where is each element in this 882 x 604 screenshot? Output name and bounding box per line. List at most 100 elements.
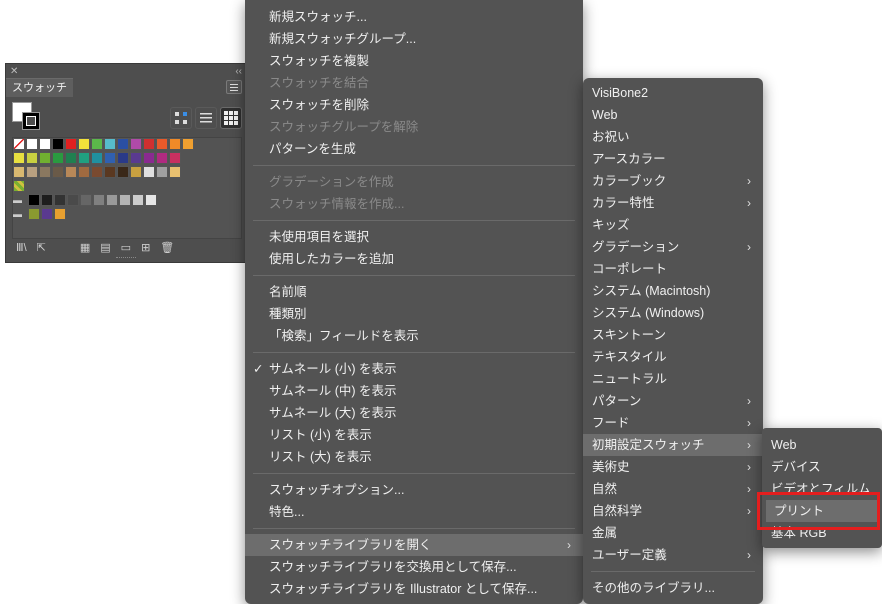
swatch[interactable]	[156, 152, 168, 164]
swatch[interactable]	[28, 194, 40, 206]
swatch-kinds-icon[interactable]	[170, 107, 192, 129]
swatch[interactable]	[104, 152, 116, 164]
menu1-item-28[interactable]: スウォッチライブラリを交換用として保存...	[245, 556, 583, 578]
fill-stroke-indicator[interactable]	[12, 102, 44, 132]
swatch[interactable]	[182, 138, 194, 150]
swatch[interactable]	[145, 194, 157, 206]
menu2-item-2[interactable]: お祝い	[583, 126, 763, 148]
menu2-item-4[interactable]: カラーブック ›	[583, 170, 763, 192]
menu2-item-17[interactable]: 美術史 ›	[583, 456, 763, 478]
menu1-item-4[interactable]: スウォッチを削除	[245, 94, 583, 116]
swatch[interactable]	[39, 138, 51, 150]
swatch[interactable]	[156, 138, 168, 150]
swatch[interactable]	[52, 166, 64, 178]
menu1-item-21[interactable]: リスト (小) を表示	[245, 424, 583, 446]
menu2-item-6[interactable]: キッズ	[583, 214, 763, 236]
swatch[interactable]	[13, 138, 25, 150]
menu1-item-15[interactable]: 種類別	[245, 303, 583, 325]
swatch[interactable]	[67, 194, 79, 206]
swatch[interactable]	[78, 166, 90, 178]
swatch[interactable]	[65, 152, 77, 164]
menu2-item-18[interactable]: 自然 ›	[583, 478, 763, 500]
swatch[interactable]	[117, 138, 129, 150]
menu2-item-9[interactable]: システム (Macintosh)	[583, 280, 763, 302]
menu2-item-10[interactable]: システム (Windows)	[583, 302, 763, 324]
menu2-item-21[interactable]: ユーザー定義 ›	[583, 544, 763, 566]
menu1-item-12[interactable]: 使用したカラーを追加	[245, 248, 583, 270]
menu1-item-1[interactable]: 新規スウォッチグループ...	[245, 28, 583, 50]
swatch[interactable]	[91, 152, 103, 164]
swatch[interactable]	[41, 208, 53, 220]
trash-icon[interactable]: 🗑	[160, 241, 174, 254]
collapse-icon[interactable]: ‹‹	[235, 66, 242, 77]
swatch[interactable]	[26, 152, 38, 164]
menu1-item-11[interactable]: 未使用項目を選択	[245, 226, 583, 248]
menu1-item-27[interactable]: スウォッチライブラリを開く ›	[245, 534, 583, 556]
menu2-item-23[interactable]: その他のライブラリ...	[583, 577, 763, 599]
menu2-item-13[interactable]: ニュートラル	[583, 368, 763, 390]
swatch[interactable]	[132, 194, 144, 206]
close-icon[interactable]: ✕	[10, 66, 18, 77]
new-group-folder-icon[interactable]: ▭	[121, 241, 131, 254]
menu2-item-20[interactable]: 金属	[583, 522, 763, 544]
swatch-group-folder-icon[interactable]: ▬	[13, 208, 25, 220]
swatch[interactable]	[143, 166, 155, 178]
swatch[interactable]	[13, 152, 25, 164]
swatch[interactable]	[93, 194, 105, 206]
swatch[interactable]	[13, 180, 25, 192]
swatch[interactable]	[104, 138, 116, 150]
swatch[interactable]	[39, 166, 51, 178]
menu2-item-16[interactable]: 初期設定スウォッチ ›	[583, 434, 763, 456]
menu1-item-19[interactable]: サムネール (中) を表示	[245, 380, 583, 402]
menu1-item-14[interactable]: 名前順	[245, 281, 583, 303]
swatch[interactable]	[39, 152, 51, 164]
swatch[interactable]	[26, 138, 38, 150]
swatch[interactable]	[52, 138, 64, 150]
grid-view-icon[interactable]	[220, 107, 242, 129]
menu2-item-15[interactable]: フード ›	[583, 412, 763, 434]
place-swatches-icon[interactable]: ⇱	[37, 241, 46, 254]
panel-menu-icon[interactable]	[226, 80, 242, 94]
menu1-item-25[interactable]: 特色...	[245, 501, 583, 523]
menu2-item-1[interactable]: Web	[583, 104, 763, 126]
menu2-item-7[interactable]: グラデーション ›	[583, 236, 763, 258]
swatch[interactable]	[13, 166, 25, 178]
list-view-icon[interactable]	[195, 107, 217, 129]
swatch[interactable]	[26, 166, 38, 178]
menu2-item-14[interactable]: パターン ›	[583, 390, 763, 412]
panel-tab-swatches[interactable]: スウォッチ	[6, 77, 73, 97]
menu2-item-11[interactable]: スキントーン	[583, 324, 763, 346]
swatch[interactable]	[91, 166, 103, 178]
swatch[interactable]	[117, 152, 129, 164]
swatch[interactable]	[52, 152, 64, 164]
swatch[interactable]	[156, 166, 168, 178]
menu2-item-0[interactable]: VisiBone2	[583, 82, 763, 104]
menu1-item-2[interactable]: スウォッチを複製	[245, 50, 583, 72]
swatch-group-folder-icon[interactable]: ▬	[13, 194, 25, 206]
swatch[interactable]	[41, 194, 53, 206]
swatch[interactable]	[119, 194, 131, 206]
swatch[interactable]	[91, 138, 103, 150]
menu1-item-20[interactable]: サムネール (大) を表示	[245, 402, 583, 424]
menu1-item-16[interactable]: 「検索」フィールドを表示	[245, 325, 583, 347]
swatch[interactable]	[143, 138, 155, 150]
swatch[interactable]	[78, 152, 90, 164]
menu1-item-29[interactable]: スウォッチライブラリを Illustrator として保存...	[245, 578, 583, 600]
swatch[interactable]	[143, 152, 155, 164]
menu1-item-6[interactable]: パターンを生成	[245, 138, 583, 160]
menu1-item-0[interactable]: 新規スウォッチ...	[245, 6, 583, 28]
menu1-item-22[interactable]: リスト (大) を表示	[245, 446, 583, 468]
swatch[interactable]	[169, 166, 181, 178]
swatch[interactable]	[169, 138, 181, 150]
swatch[interactable]	[80, 194, 92, 206]
swatch[interactable]	[106, 194, 118, 206]
swatch[interactable]	[65, 166, 77, 178]
swatch[interactable]	[130, 166, 142, 178]
menu2-item-12[interactable]: テキスタイル	[583, 346, 763, 368]
menu2-item-3[interactable]: アースカラー	[583, 148, 763, 170]
show-kinds-icon[interactable]: ▦	[80, 241, 90, 254]
swatch[interactable]	[65, 138, 77, 150]
menu2-item-5[interactable]: カラー特性 ›	[583, 192, 763, 214]
swatch[interactable]	[78, 138, 90, 150]
swatch-options-icon[interactable]: ▤	[100, 241, 110, 254]
